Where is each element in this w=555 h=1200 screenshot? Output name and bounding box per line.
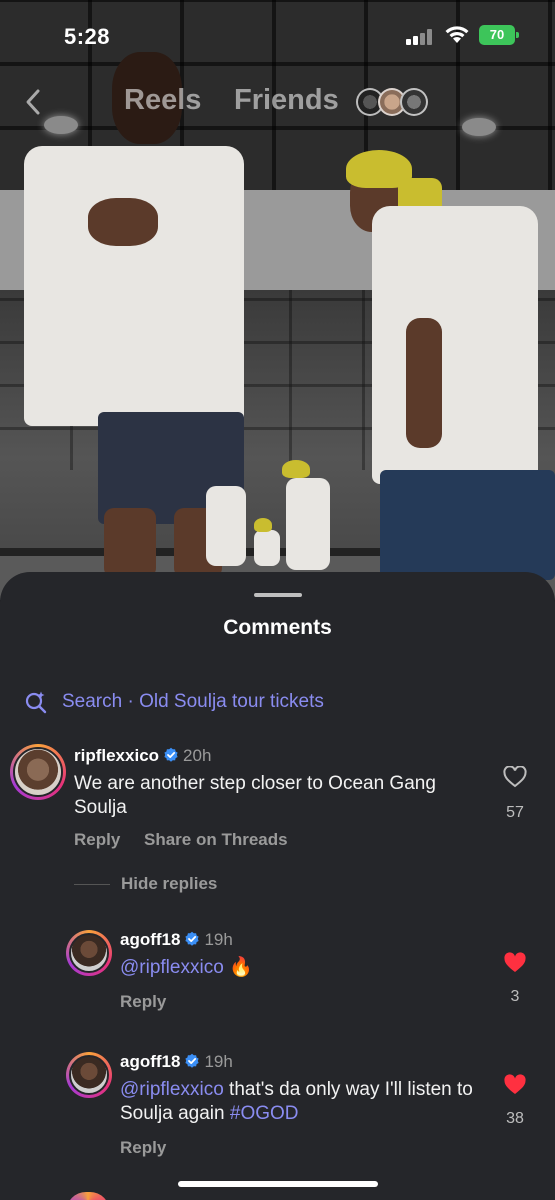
sheet-title: Comments xyxy=(223,616,332,639)
avatar[interactable] xyxy=(66,1052,112,1098)
share-on-threads-button[interactable]: Share on Threads xyxy=(144,830,288,850)
comment-username[interactable]: ripflexxico 20h xyxy=(74,746,211,766)
friends-avatar-stack[interactable] xyxy=(356,88,436,116)
dancer-jeans xyxy=(380,470,555,580)
wifi-icon xyxy=(445,26,469,43)
avatar[interactable] xyxy=(66,930,112,976)
username-text[interactable]: agoff18 xyxy=(120,930,180,949)
dancer-leg xyxy=(104,508,156,578)
hide-replies-label: Hide replies xyxy=(121,874,218,893)
dancer-shirt xyxy=(372,206,538,484)
reflection-dancer xyxy=(254,530,280,566)
comments-sheet: Comments Search · Old Soulja tour ticket… xyxy=(0,572,555,1200)
comment-text: @ripflexxico 🔥 xyxy=(120,956,490,980)
status-bar: 5:28 70 xyxy=(0,0,555,70)
comment-username[interactable]: agoff18 19h xyxy=(120,1052,233,1072)
reflection-durag xyxy=(282,460,310,478)
comment-username[interactable]: agoff18 19h xyxy=(120,930,233,950)
comment-time: 19h xyxy=(204,1052,233,1071)
comment-time: 19h xyxy=(204,930,233,949)
mention-link[interactable]: @ripflexxico xyxy=(120,1079,224,1100)
reply-button[interactable]: Reply xyxy=(74,830,120,850)
comment-text: @ripflexxico that's da only way I'll lis… xyxy=(120,1078,490,1126)
like-count: 3 xyxy=(510,988,520,1005)
reflection-durag xyxy=(254,518,272,532)
divider xyxy=(74,884,110,885)
comment-time: 20h xyxy=(183,746,212,765)
reels-top-nav: Reels Friends xyxy=(0,80,555,124)
status-time: 5:28 xyxy=(64,24,111,49)
reflection-dancer xyxy=(286,478,330,570)
reflection-dancer xyxy=(206,486,246,566)
hashtag-link[interactable]: #OGOD xyxy=(230,1103,299,1124)
avatar xyxy=(400,88,428,116)
heart-filled-icon[interactable] xyxy=(503,1074,527,1096)
tab-friends[interactable]: Friends xyxy=(234,84,339,117)
home-indicator[interactable] xyxy=(178,1181,378,1187)
avatar[interactable] xyxy=(10,744,66,800)
verified-badge-icon xyxy=(185,931,200,946)
battery-icon: 70 xyxy=(479,25,519,45)
tab-reels[interactable]: Reels xyxy=(124,84,201,117)
comment-text: We are another step closer to Ocean Gang… xyxy=(74,773,436,818)
mention-link[interactable]: @ripflexxico xyxy=(120,957,224,978)
reply-button[interactable]: Reply xyxy=(120,992,166,1012)
heart-filled-icon[interactable] xyxy=(503,952,527,974)
dancer-hands xyxy=(88,198,158,246)
dancer-arm xyxy=(406,318,442,448)
search-sparkle-icon xyxy=(25,691,47,714)
chevron-left-icon[interactable] xyxy=(22,88,46,116)
verified-badge-icon xyxy=(185,1053,200,1068)
sheet-grabber[interactable] xyxy=(254,593,302,597)
reply-button[interactable]: Reply xyxy=(120,1138,166,1158)
heart-outline-icon[interactable] xyxy=(503,766,527,788)
verified-badge-icon xyxy=(164,747,178,762)
like-count: 38 xyxy=(506,1110,524,1127)
comment-body: 🔥 xyxy=(223,957,253,978)
cellular-signal-icon xyxy=(406,29,434,45)
dancer-shirt xyxy=(24,146,244,426)
search-suggestion-text: Search · Old Soulja tour tickets xyxy=(62,691,324,712)
like-count: 57 xyxy=(506,804,524,821)
username-text[interactable]: ripflexxico xyxy=(74,746,159,765)
username-text[interactable]: agoff18 xyxy=(120,1052,180,1071)
